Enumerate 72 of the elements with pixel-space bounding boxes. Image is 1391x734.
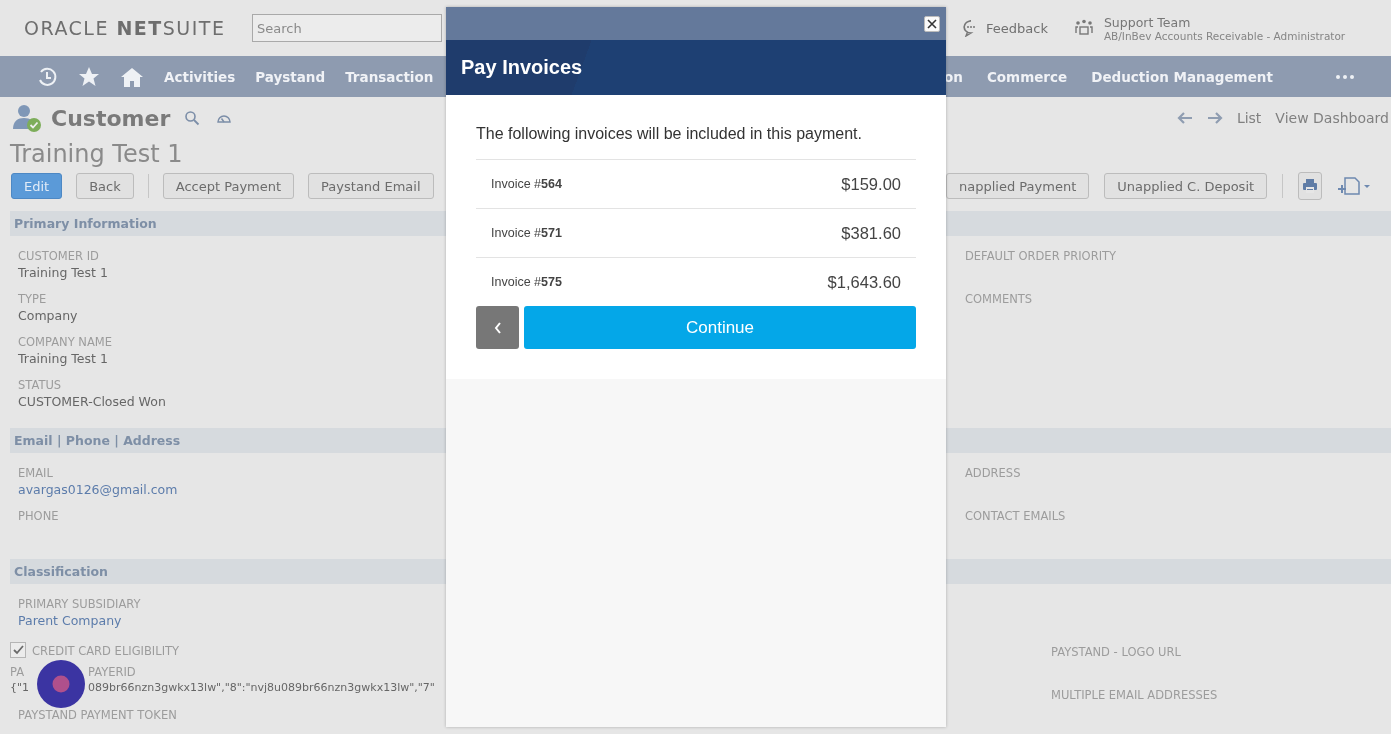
invoice-label: Invoice #564 [491, 177, 562, 191]
user-role: AB/InBev Accounts Receivable - Administrator [1103, 29, 1346, 42]
invoice-label: Invoice #575 [491, 275, 562, 289]
field-label: TYPE [18, 291, 48, 306]
star-icon[interactable] [78, 65, 100, 88]
field-value: Company [18, 308, 79, 323]
nav-menu-item[interactable]: Deduction Management [1091, 68, 1273, 85]
field-label: DEFAULT ORDER PRIORITY [965, 248, 1117, 263]
header-link[interactable]: List [1236, 110, 1262, 126]
field-value: CUSTOMER-Closed Won [18, 394, 167, 409]
field-label: ADDRESS [965, 465, 1022, 480]
customer-icon [12, 103, 42, 133]
field-link[interactable]: Parent Company [18, 613, 428, 628]
printer-icon [1303, 179, 1318, 193]
checkmark-icon [12, 644, 24, 655]
modal-title: Pay Invoices [461, 56, 583, 79]
chevron-left-icon [493, 321, 502, 334]
history-icon[interactable] [36, 65, 58, 88]
field-label: MULTIPLE EMAIL ADDRESSES [1051, 687, 1218, 702]
floating-action-button[interactable] [37, 660, 85, 708]
back-button[interactable] [476, 306, 519, 349]
field-label: COMPANY NAME [18, 334, 113, 349]
close-button[interactable] [924, 15, 940, 32]
field-label: PAYSTAND PAYMENT TOKEN [18, 707, 178, 722]
field-label: EMAIL [18, 465, 54, 480]
field-value: Training Test 1 [18, 265, 109, 280]
record-type-title: Customer [51, 105, 171, 131]
checkbox[interactable] [10, 641, 26, 658]
more-icon[interactable] [1334, 73, 1355, 80]
field-label: PRIMARY SUBSIDIARY [18, 596, 142, 611]
field-value: {"1 [10, 681, 31, 694]
nav-menu-item[interactable]: Transaction [345, 68, 434, 85]
logo: ORACLE NETSUITE [24, 17, 227, 39]
field-label: STATUS [18, 377, 63, 392]
invoice-amount: $159.00 [841, 174, 901, 194]
back-arrow-icon[interactable] [1176, 112, 1193, 124]
search-icon[interactable] [184, 110, 201, 126]
edit-button[interactable]: Edit [11, 173, 63, 199]
field-label: COMMENTS [965, 291, 1034, 306]
record-title: Training Test 1 [9, 139, 184, 170]
action-button[interactable]: Accept Payment [162, 173, 295, 199]
field-label: CUSTOMER ID [18, 248, 100, 263]
team-icon [1073, 19, 1094, 37]
field-label: PHONE [18, 508, 60, 523]
header-link[interactable]: View Dashboard [1275, 110, 1389, 126]
action-button[interactable]: Unapplied C. Deposit [1104, 173, 1268, 199]
invoice-amount: $1,643.60 [827, 272, 901, 292]
nav-menu-item[interactable]: Activities [164, 68, 236, 85]
close-icon [927, 18, 937, 29]
continue-button[interactable]: Continue [524, 306, 916, 349]
field-value: 089br66nzn3gwkx13lw","8":"nvj8u089br66nzn3gwkx13lw","7" [88, 681, 435, 694]
field-label: CONTACT EMAILS [965, 508, 1066, 523]
field-label: PAYERID [88, 664, 137, 679]
field-value: Training Test 1 [18, 351, 109, 366]
action-button[interactable]: napplied Payment [946, 173, 1090, 199]
field-label: PAYSTAND - LOGO URL [1051, 644, 1182, 659]
forward-arrow-icon[interactable] [1206, 112, 1223, 124]
field-label: CREDIT CARD ELIGIBILITY [32, 643, 180, 658]
nav-menu-item[interactable]: Commerce [986, 68, 1068, 85]
gauge-icon[interactable] [216, 112, 233, 124]
field-label: PA [10, 664, 26, 679]
new-document-icon[interactable] [1337, 176, 1372, 196]
action-button[interactable]: Paystand Email [308, 173, 434, 199]
user-name: Support Team [1103, 14, 1192, 30]
nav-menu-item[interactable]: Paystand [255, 68, 326, 85]
intro-text: The following invoices will be included in this payment. [476, 125, 863, 143]
print-button[interactable] [1298, 172, 1323, 200]
action-button[interactable]: Back [76, 173, 134, 199]
field-link[interactable]: avargas0126@gmail.com [18, 482, 428, 497]
feedback-link[interactable]: Feedback [986, 20, 1048, 36]
home-icon[interactable] [120, 65, 144, 88]
search-field[interactable]: Search [252, 14, 442, 42]
